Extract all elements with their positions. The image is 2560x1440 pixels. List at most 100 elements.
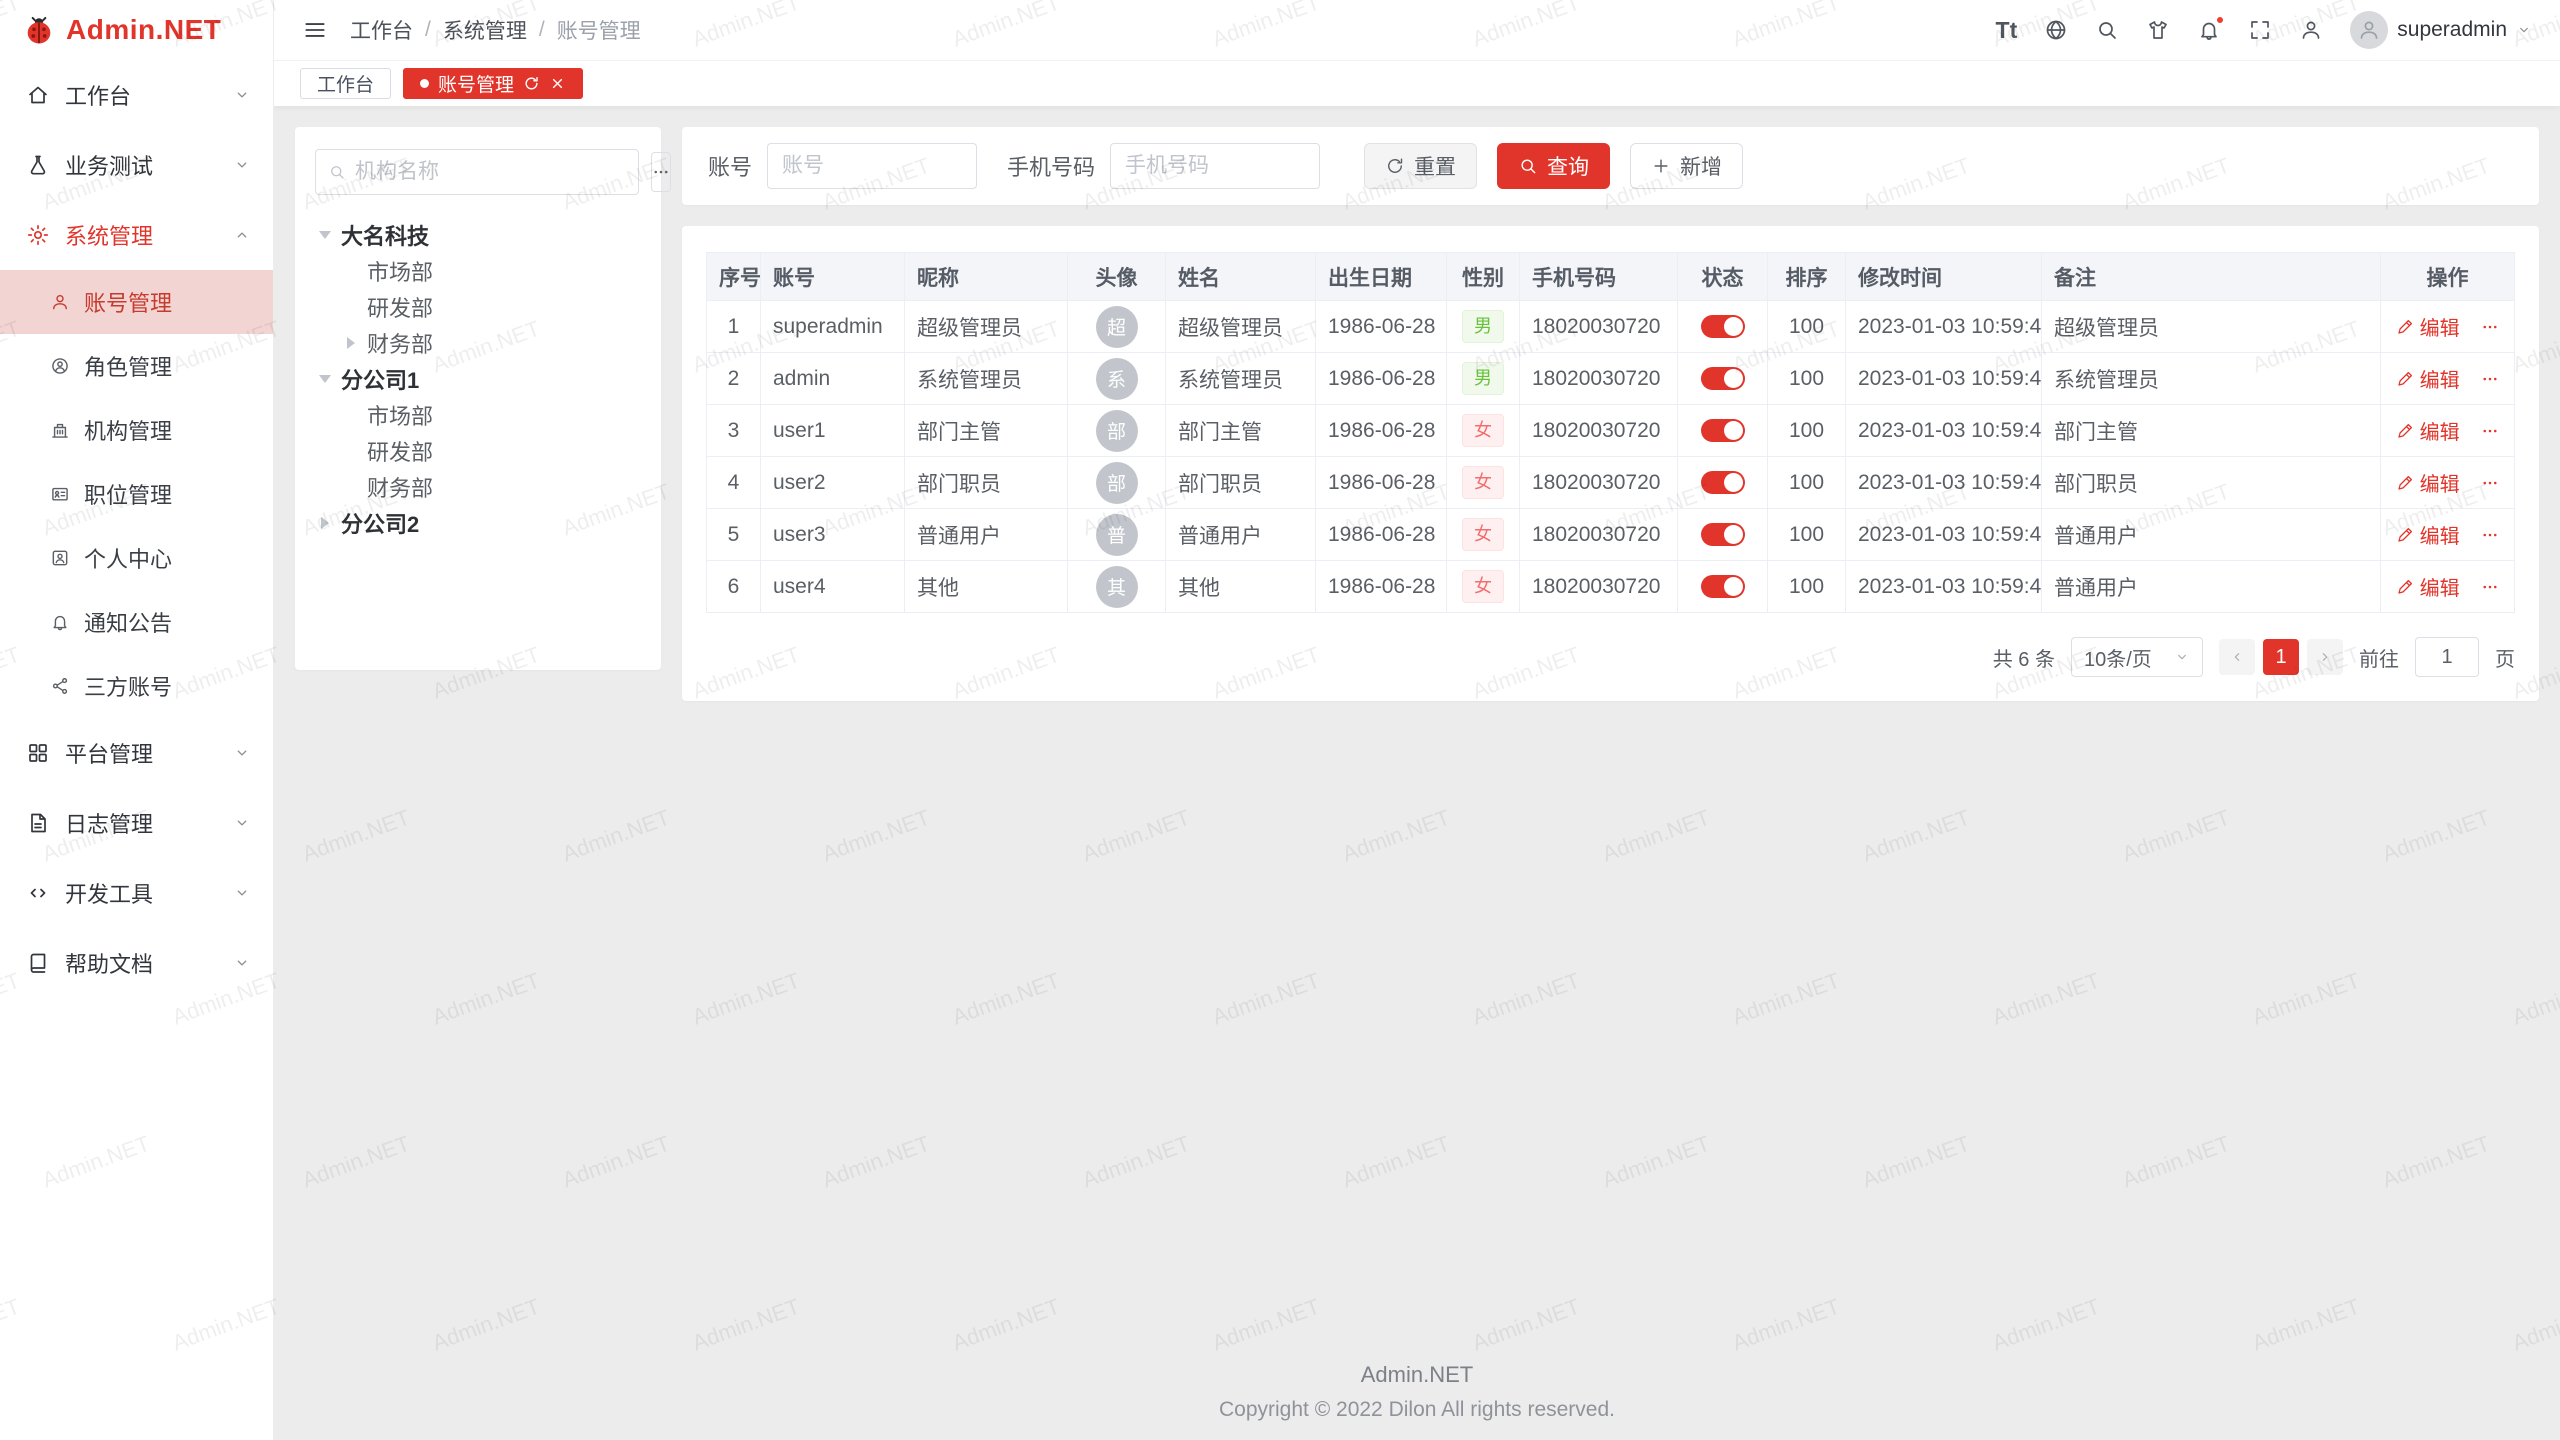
cell-avatar: 部	[1068, 405, 1166, 457]
sidebar-item-platform-management[interactable]: 平台管理	[0, 718, 273, 788]
cell-nickname: 部门主管	[905, 405, 1068, 457]
cell-phone: 18020030720	[1520, 301, 1678, 353]
caret-right-icon[interactable]	[347, 337, 355, 349]
chevron-down-icon	[233, 156, 251, 174]
breadcrumb-item-workbench[interactable]: 工作台	[350, 15, 413, 45]
sidebar-item-help-docs[interactable]: 帮助文档	[0, 928, 273, 998]
more-actions-button[interactable]	[2481, 370, 2499, 388]
font-size-button[interactable]: Tt	[1996, 17, 2018, 44]
sidebar-item-workbench[interactable]: 工作台	[0, 60, 273, 130]
goto-page-input[interactable]	[2415, 637, 2479, 677]
add-button[interactable]: 新增	[1630, 143, 1743, 189]
status-toggle[interactable]	[1701, 575, 1745, 598]
user-menu[interactable]: superadmin	[2350, 11, 2532, 49]
tab-label: 账号管理	[438, 70, 514, 97]
page-number-button[interactable]: 1	[2263, 639, 2299, 675]
sidebar-item-log-management[interactable]: 日志管理	[0, 788, 273, 858]
more-actions-button[interactable]	[2481, 474, 2499, 492]
more-actions-button[interactable]	[2481, 578, 2499, 596]
more-icon	[2481, 422, 2499, 440]
reset-button[interactable]: 重置	[1364, 143, 1477, 189]
theme-button[interactable]	[2146, 18, 2170, 42]
more-actions-button[interactable]	[2481, 318, 2499, 336]
caret-right-icon[interactable]	[321, 517, 329, 529]
more-icon	[652, 163, 670, 181]
fullscreen-button[interactable]	[2248, 18, 2272, 42]
gender-badge: 男	[1462, 362, 1504, 394]
sidebar-item-role-management[interactable]: 角色管理	[0, 334, 273, 398]
cell-account: user1	[761, 405, 905, 457]
sidebar-item-personal-center[interactable]: 个人中心	[0, 526, 273, 590]
tab-workbench[interactable]: 工作台	[300, 68, 391, 99]
page-size-select[interactable]: 10条/页	[2071, 637, 2203, 677]
cell-nickname: 超级管理员	[905, 301, 1068, 353]
sidebar-item-org-management[interactable]: 机构管理	[0, 398, 273, 462]
edit-button[interactable]: 编辑	[2396, 520, 2460, 549]
edit-button[interactable]: 编辑	[2396, 572, 2460, 601]
menu-collapse-button[interactable]	[302, 17, 328, 43]
notifications-button[interactable]	[2197, 18, 2221, 42]
org-search-input[interactable]	[355, 160, 626, 184]
close-icon[interactable]	[549, 75, 566, 92]
cell-status	[1678, 457, 1768, 509]
gender-badge: 男	[1462, 310, 1504, 342]
cell-avatar: 系	[1068, 353, 1166, 405]
language-button[interactable]	[2044, 18, 2068, 42]
tab-account-management[interactable]: 账号管理	[403, 68, 583, 99]
tree-node[interactable]: 研发部	[315, 289, 641, 325]
refresh-icon[interactable]	[523, 75, 540, 92]
sidebar-item-business-test[interactable]: 业务测试	[0, 130, 273, 200]
tree-node[interactable]: 研发部	[315, 433, 641, 469]
sidebar-item-notice[interactable]: 通知公告	[0, 590, 273, 654]
prev-page-button[interactable]	[2219, 639, 2255, 675]
sidebar-item-dev-tools[interactable]: 开发工具	[0, 858, 273, 928]
org-more-button[interactable]	[651, 152, 671, 192]
submenu-item-label: 三方账号	[84, 670, 172, 702]
cell-modified: 2023-01-03 10:59:44	[1846, 405, 2042, 457]
cell-birthdate: 1986-06-28	[1316, 353, 1447, 405]
chevron-down-icon	[233, 954, 251, 972]
profile-shortcut-button[interactable]	[2299, 18, 2323, 42]
global-search-button[interactable]	[2095, 18, 2119, 42]
edit-button[interactable]: 编辑	[2396, 416, 2460, 445]
next-page-button[interactable]	[2307, 639, 2343, 675]
tree-node[interactable]: 市场部	[315, 397, 641, 433]
status-toggle[interactable]	[1701, 315, 1745, 338]
more-actions-button[interactable]	[2481, 422, 2499, 440]
breadcrumb-item-current: 账号管理	[557, 15, 641, 45]
status-toggle[interactable]	[1701, 523, 1745, 546]
share-icon	[50, 676, 70, 696]
sidebar-item-third-party-account[interactable]: 三方账号	[0, 654, 273, 718]
sidebar-item-system-management[interactable]: 系统管理	[0, 200, 273, 270]
cell-name: 部门主管	[1166, 405, 1316, 457]
tree-node[interactable]: 大名科技	[315, 217, 641, 253]
edit-button[interactable]: 编辑	[2396, 312, 2460, 341]
status-toggle[interactable]	[1701, 367, 1745, 390]
tree-node[interactable]: 财务部	[315, 469, 641, 505]
cell-avatar: 其	[1068, 561, 1166, 613]
breadcrumb-item-system[interactable]: 系统管理	[443, 15, 527, 45]
tree-node[interactable]: 市场部	[315, 253, 641, 289]
ladybug-logo-icon	[22, 13, 56, 47]
tree-node[interactable]: 财务部	[315, 325, 641, 361]
more-actions-button[interactable]	[2481, 526, 2499, 544]
page-unit-label: 页	[2495, 643, 2515, 672]
edit-button[interactable]: 编辑	[2396, 468, 2460, 497]
sidebar-item-account-management[interactable]: 账号管理	[0, 270, 273, 334]
cell-modified: 2023-01-03 10:59:44	[1846, 457, 2042, 509]
tree-node[interactable]: 分公司2	[315, 505, 641, 541]
status-toggle[interactable]	[1701, 471, 1745, 494]
edit-button-label: 编辑	[2420, 312, 2460, 341]
status-toggle[interactable]	[1701, 419, 1745, 442]
sidebar-item-position-management[interactable]: 职位管理	[0, 462, 273, 526]
search-button[interactable]: 查询	[1497, 143, 1610, 189]
phone-filter-input[interactable]	[1110, 143, 1320, 189]
logo[interactable]: Admin.NET	[0, 0, 273, 60]
row-avatar: 其	[1096, 566, 1138, 608]
caret-down-icon[interactable]	[319, 231, 331, 239]
account-filter-input[interactable]	[767, 143, 977, 189]
caret-down-icon[interactable]	[319, 375, 331, 383]
tree-node[interactable]: 分公司1	[315, 361, 641, 397]
cell-order: 100	[1768, 405, 1846, 457]
edit-button[interactable]: 编辑	[2396, 364, 2460, 393]
